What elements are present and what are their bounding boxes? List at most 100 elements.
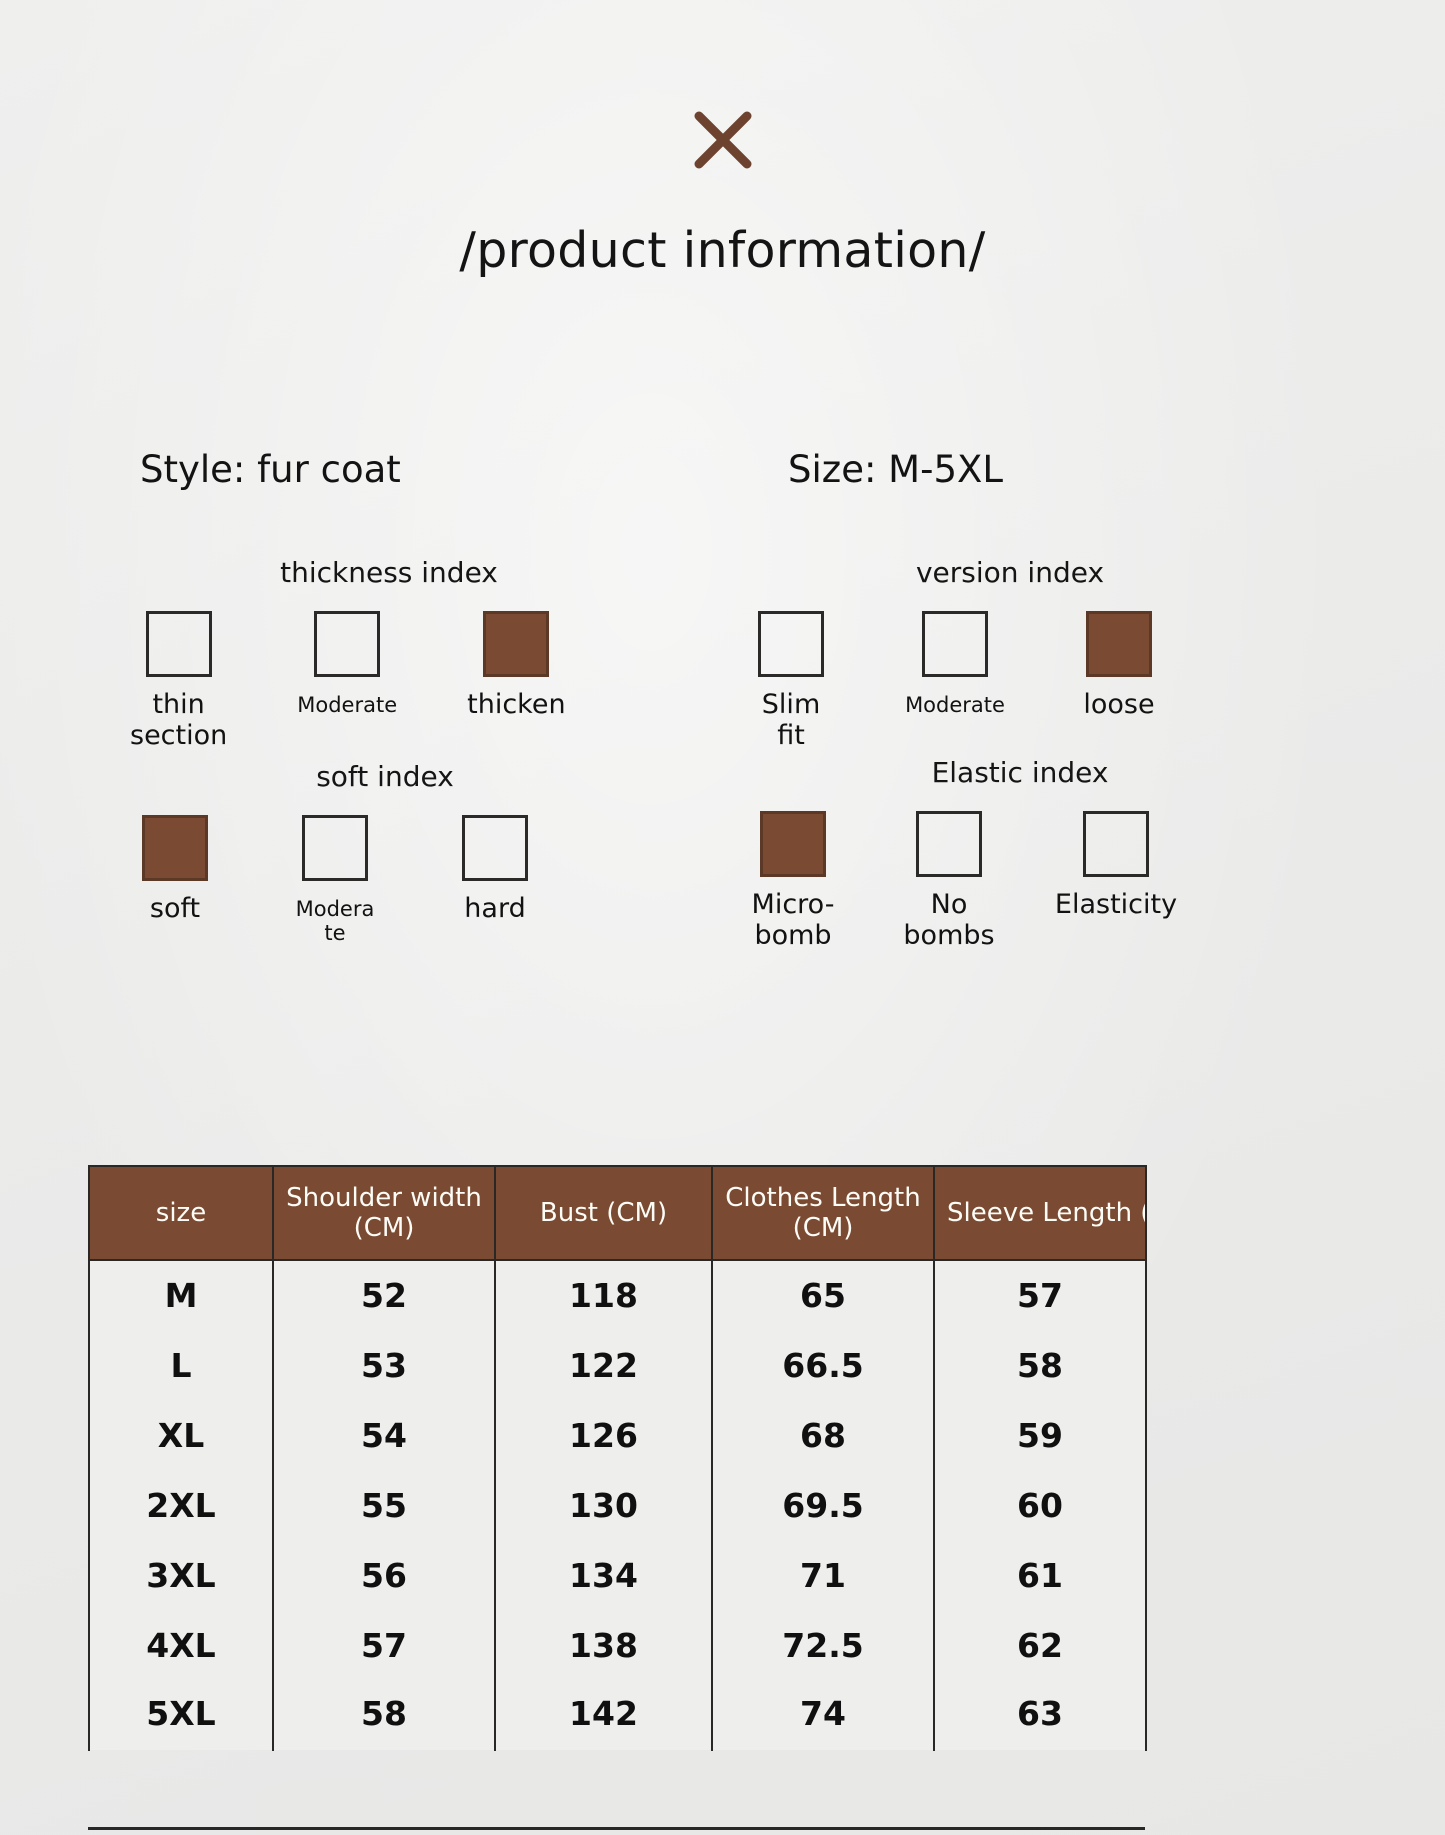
- soft-option-hard[interactable]: hard: [450, 815, 540, 925]
- cell-measurement: 130: [494, 1470, 713, 1541]
- version-loose-label: loose: [1083, 689, 1155, 720]
- header-sleeve-length: Sleeve Length (CM): [933, 1164, 1147, 1262]
- thickness-option-moderate[interactable]: Moderate: [297, 611, 397, 718]
- header-shoulder-width: Shoulder width (CM): [272, 1164, 496, 1262]
- soft-index-heading: soft index: [316, 760, 454, 793]
- elastic-no-bombs-checkbox[interactable]: [916, 811, 982, 877]
- soft-moderate-label: Modera te: [295, 897, 375, 945]
- cell-measurement: 54: [272, 1400, 496, 1471]
- cell-measurement: 56: [272, 1540, 496, 1611]
- cell-measurement: 134: [494, 1540, 713, 1611]
- soft-hard-checkbox[interactable]: [462, 815, 528, 881]
- table-header-row: size Shoulder width (CM) Bust (CM) Cloth…: [88, 1164, 1147, 1262]
- version-moderate-checkbox[interactable]: [922, 611, 988, 677]
- cell-measurement: 71: [711, 1540, 935, 1611]
- cell-measurement: 53: [272, 1330, 496, 1401]
- header-clothes-length: Clothes Length (CM): [711, 1164, 935, 1262]
- table-row: 3XL 56 134 71 61: [88, 1540, 1147, 1611]
- cell-measurement: 72.5: [711, 1610, 935, 1681]
- version-option-moderate[interactable]: Moderate: [905, 611, 1005, 718]
- cell-measurement: 142: [494, 1680, 713, 1751]
- page-title: /product information/: [459, 222, 986, 279]
- elastic-index-options: Micro- bomb No bombs Elasticity: [745, 811, 1178, 952]
- cell-size: 5XL: [88, 1680, 274, 1751]
- soft-index-group: soft index soft Modera te hard: [120, 760, 540, 946]
- thickness-moderate-label: Moderate: [297, 693, 398, 717]
- cell-size: M: [88, 1260, 274, 1331]
- cell-measurement: 74: [711, 1680, 935, 1751]
- soft-option-soft[interactable]: soft: [130, 815, 220, 925]
- table-row: 2XL 55 130 69.5 60: [88, 1470, 1147, 1541]
- thickness-thin-checkbox[interactable]: [145, 611, 212, 677]
- version-option-loose[interactable]: loose: [1073, 611, 1165, 721]
- cell-measurement: 58: [272, 1680, 496, 1751]
- cell-measurement: 60: [933, 1470, 1147, 1541]
- cell-measurement: 126: [494, 1400, 713, 1471]
- product-meta-row: Style: fur coat Size: M-5XL: [0, 448, 1445, 508]
- cell-measurement: 122: [494, 1330, 713, 1401]
- version-index-heading: version index: [915, 556, 1105, 589]
- product-information-page: /product information/ Style: fur coat Si…: [0, 0, 1445, 1835]
- elastic-index-group: Elastic index Micro- bomb No bombs Elast…: [745, 756, 1178, 952]
- elastic-option-elasticity[interactable]: Elasticity: [1054, 811, 1178, 921]
- thickness-option-thin[interactable]: thin section: [130, 611, 227, 752]
- cell-measurement: 118: [494, 1260, 713, 1331]
- version-index-group: version index Slim fit Moderate loose: [745, 556, 1165, 752]
- version-slim-fit-checkbox[interactable]: [758, 611, 825, 677]
- table-row: 5XL 58 142 74 63: [88, 1680, 1147, 1751]
- thickness-moderate-checkbox[interactable]: [314, 611, 381, 677]
- elastic-no-bombs-label: No bombs: [903, 889, 995, 951]
- cell-measurement: 138: [494, 1610, 713, 1681]
- version-option-slim-fit[interactable]: Slim fit: [745, 611, 837, 752]
- table-bottom-rule: [88, 1827, 1145, 1830]
- size-chart-header: size Shoulder width (CM) Bust (CM) Cloth…: [88, 1164, 1147, 1262]
- header-size: size: [88, 1164, 274, 1262]
- cell-measurement: 63: [933, 1680, 1147, 1751]
- thickness-thicken-checkbox[interactable]: [483, 611, 550, 677]
- version-slim-fit-label: Slim fit: [761, 689, 821, 751]
- soft-soft-checkbox[interactable]: [142, 815, 208, 881]
- size-range-label: Size: M-5XL: [788, 448, 1003, 491]
- table-row: M 52 118 65 57: [88, 1260, 1147, 1331]
- table-row: 4XL 57 138 72.5 62: [88, 1610, 1147, 1681]
- thickness-index-options: thin section Moderate thicken: [120, 611, 566, 752]
- thickness-thicken-label: thicken: [467, 689, 566, 720]
- cell-size: 3XL: [88, 1540, 274, 1611]
- soft-moderate-checkbox[interactable]: [302, 815, 368, 881]
- soft-index-options: soft Modera te hard: [120, 815, 540, 946]
- elastic-option-micro-bomb[interactable]: Micro- bomb: [745, 811, 841, 952]
- cell-measurement: 57: [272, 1610, 496, 1681]
- thickness-thin-label: thin section: [130, 689, 228, 751]
- elastic-micro-bomb-checkbox[interactable]: [760, 811, 826, 877]
- thickness-option-thicken[interactable]: thicken: [467, 611, 566, 721]
- cell-measurement: 58: [933, 1330, 1147, 1401]
- style-label: Style: fur coat: [140, 448, 401, 491]
- cell-measurement: 69.5: [711, 1470, 935, 1541]
- cell-measurement: 61: [933, 1540, 1147, 1611]
- elastic-index-heading: Elastic index: [931, 756, 1109, 789]
- elastic-micro-bomb-label: Micro- bomb: [751, 889, 835, 951]
- version-index-options: Slim fit Moderate loose: [745, 611, 1165, 752]
- cell-measurement: 57: [933, 1260, 1147, 1331]
- cell-measurement: 65: [711, 1260, 935, 1331]
- size-chart-table: size Shoulder width (CM) Bust (CM) Cloth…: [88, 1164, 1147, 1751]
- elastic-elasticity-checkbox[interactable]: [1083, 811, 1149, 877]
- elastic-option-no-bombs[interactable]: No bombs: [901, 811, 997, 952]
- cell-measurement: 55: [272, 1470, 496, 1541]
- x-mark-icon: [0, 108, 1445, 172]
- elastic-elasticity-label: Elasticity: [1054, 889, 1178, 920]
- cell-size: 4XL: [88, 1610, 274, 1681]
- thickness-index-group: thickness index thin section Moderate th…: [120, 556, 566, 752]
- cell-size: 2XL: [88, 1470, 274, 1541]
- thickness-index-heading: thickness index: [280, 556, 498, 589]
- cell-size: L: [88, 1330, 274, 1401]
- cell-measurement: 68: [711, 1400, 935, 1471]
- version-moderate-label: Moderate: [905, 693, 1005, 717]
- table-row: L 53 122 66.5 58: [88, 1330, 1147, 1401]
- cell-size: XL: [88, 1400, 274, 1471]
- cell-measurement: 62: [933, 1610, 1147, 1681]
- version-loose-checkbox[interactable]: [1085, 611, 1152, 677]
- soft-hard-label: hard: [464, 893, 526, 924]
- soft-option-moderate[interactable]: Modera te: [290, 815, 380, 946]
- size-chart-table-wrapper: size Shoulder width (CM) Bust (CM) Cloth…: [88, 1164, 1147, 1751]
